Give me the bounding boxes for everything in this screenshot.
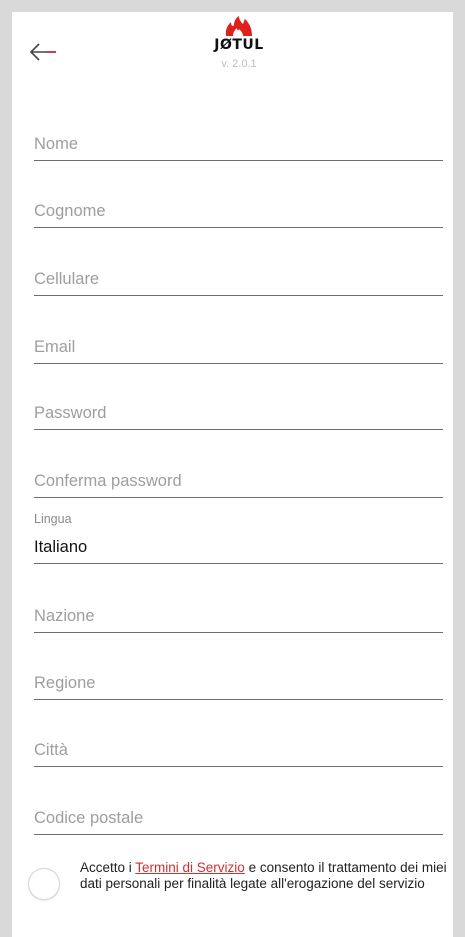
cellulare-input[interactable] [34, 270, 443, 295]
flame-icon [225, 16, 252, 36]
lingua-value[interactable]: Italiano [34, 538, 443, 563]
back-arrow-icon [29, 43, 56, 61]
codice-postale-field[interactable] [34, 809, 443, 835]
back-button[interactable] [24, 34, 64, 70]
terms-prefix: Accetto i [80, 860, 136, 875]
terms-consent: Accetto i Termini di Servizio e consento… [28, 860, 448, 900]
nome-input[interactable] [34, 135, 443, 160]
regione-input[interactable] [34, 674, 443, 699]
terms-of-service-link[interactable]: Termini di Servizio [135, 860, 245, 875]
lingua-select[interactable]: Italiano [34, 538, 443, 564]
terms-checkbox[interactable] [28, 868, 60, 900]
citta-input[interactable] [34, 741, 443, 766]
nazione-field[interactable] [34, 607, 443, 633]
password-input[interactable] [34, 404, 443, 429]
terms-text: Accetto i Termini di Servizio e consento… [80, 860, 448, 891]
citta-field[interactable] [34, 741, 443, 767]
logo-text: JØTUL [214, 37, 264, 53]
nazione-input[interactable] [34, 607, 443, 632]
codice-postale-input[interactable] [34, 809, 443, 834]
email-field[interactable] [34, 338, 443, 364]
cellulare-field[interactable] [34, 270, 443, 296]
header: JØTUL v. 2.0.1 [12, 12, 453, 107]
registration-screen: JØTUL v. 2.0.1 Lingua Italiano Ac [12, 12, 453, 937]
cognome-input[interactable] [34, 202, 443, 227]
nome-field[interactable] [34, 135, 443, 161]
jotul-logo: JØTUL v. 2.0.1 [194, 16, 284, 70]
conferma-password-field[interactable] [34, 472, 443, 498]
conferma-password-input[interactable] [34, 472, 443, 497]
regione-field[interactable] [34, 674, 443, 700]
email-input[interactable] [34, 338, 443, 363]
lingua-label: Lingua [34, 512, 72, 526]
cognome-field[interactable] [34, 202, 443, 228]
app-version: v. 2.0.1 [221, 58, 257, 70]
password-field[interactable] [34, 404, 443, 430]
